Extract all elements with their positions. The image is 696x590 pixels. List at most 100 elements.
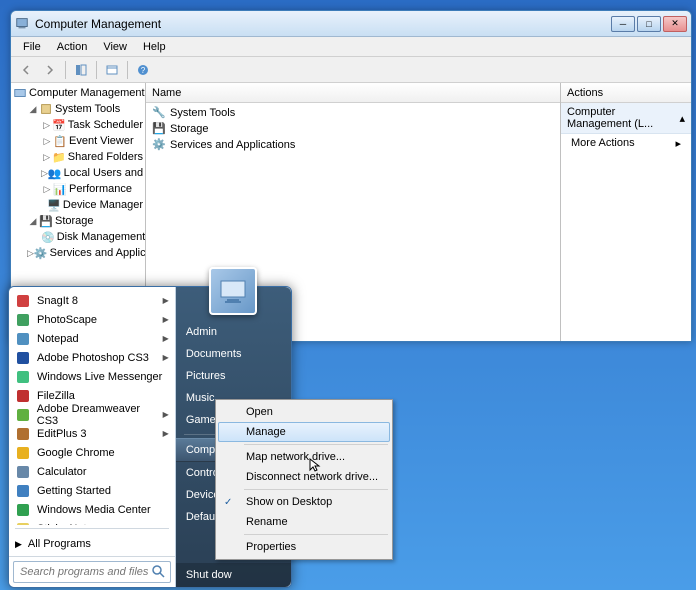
- titlebar[interactable]: Computer Management ─ □ ✕: [11, 11, 691, 37]
- help-button[interactable]: ?: [132, 59, 154, 81]
- tree-root[interactable]: Computer Management (Local: [13, 85, 143, 101]
- program-label: Getting Started: [37, 485, 111, 497]
- search-container: [9, 556, 175, 587]
- tree-label: Device Manager: [63, 199, 143, 211]
- actions-main-row[interactable]: Computer Management (L...▴: [561, 103, 691, 134]
- program-icon: [15, 407, 31, 423]
- computer-context-menu: OpenManage Map network drive...Disconnect…: [215, 399, 393, 560]
- minimize-button[interactable]: ─: [611, 16, 635, 32]
- program-item[interactable]: Notepad▶: [9, 329, 175, 348]
- program-item[interactable]: Windows Live Messenger: [9, 367, 175, 386]
- context-item[interactable]: Rename: [218, 512, 390, 532]
- program-icon: [15, 483, 31, 499]
- menu-help[interactable]: Help: [135, 39, 174, 55]
- tree-local-users[interactable]: ▷👥Local Users and Groups: [13, 165, 143, 181]
- all-programs[interactable]: ▶ All Programs: [9, 532, 175, 556]
- sm-documents[interactable]: Documents: [176, 343, 291, 365]
- program-label: Windows Media Center: [37, 504, 151, 516]
- search-input[interactable]: [13, 561, 171, 583]
- program-item[interactable]: Adobe Dreamweaver CS3▶: [9, 405, 175, 424]
- program-item[interactable]: SnagIt 8▶: [9, 291, 175, 310]
- program-label: EditPlus 3: [37, 428, 87, 440]
- check-icon: ✓: [224, 497, 232, 508]
- tree-label: Shared Folders: [68, 151, 143, 163]
- submenu-arrow-icon: ▶: [163, 315, 169, 324]
- submenu-arrow-icon: ▶: [163, 334, 169, 343]
- menu-view[interactable]: View: [95, 39, 135, 55]
- tree-task-scheduler[interactable]: ▷📅Task Scheduler: [13, 117, 143, 133]
- context-item[interactable]: Properties: [218, 537, 390, 557]
- program-item[interactable]: Google Chrome: [9, 443, 175, 462]
- context-item-label: Rename: [246, 516, 288, 528]
- tree-event-viewer[interactable]: ▷📋Event Viewer: [13, 133, 143, 149]
- shutdown-button[interactable]: Shut dow: [176, 563, 291, 587]
- close-button[interactable]: ✕: [663, 16, 687, 32]
- actions-header: Actions: [561, 83, 691, 103]
- program-label: Adobe Photoshop CS3: [37, 352, 149, 364]
- context-item[interactable]: Manage: [218, 422, 390, 442]
- arrow-icon: ▶: [15, 539, 22, 550]
- tree-label: System Tools: [55, 103, 120, 115]
- program-item[interactable]: Adobe Photoshop CS3▶: [9, 348, 175, 367]
- program-item[interactable]: EditPlus 3▶: [9, 424, 175, 443]
- user-picture[interactable]: [209, 267, 257, 315]
- program-icon: [15, 426, 31, 442]
- program-label: Windows Live Messenger: [37, 371, 162, 383]
- tree-label: Event Viewer: [69, 135, 134, 147]
- tree-label: Local Users and Groups: [64, 167, 146, 179]
- program-item[interactable]: Calculator: [9, 462, 175, 481]
- context-separator: [244, 489, 388, 490]
- tree-services[interactable]: ▷⚙️Services and Applications: [13, 245, 143, 261]
- program-icon: [15, 464, 31, 480]
- program-icon: [15, 445, 31, 461]
- program-item[interactable]: Sticky Notes: [9, 519, 175, 525]
- toolbar-separator: [127, 61, 128, 79]
- sm-admin[interactable]: Admin: [176, 321, 291, 343]
- context-item[interactable]: Map network drive...: [218, 447, 390, 467]
- program-label: SnagIt 8: [37, 295, 78, 307]
- list-body: 🔧System Tools 💾Storage ⚙️Services and Ap…: [146, 103, 560, 155]
- list-item[interactable]: 🔧System Tools: [148, 105, 558, 121]
- context-item[interactable]: Disconnect network drive...: [218, 467, 390, 487]
- tree-performance[interactable]: ▷📊Performance: [13, 181, 143, 197]
- menu-file[interactable]: File: [15, 39, 49, 55]
- program-label: Sticky Notes: [37, 523, 98, 526]
- tree-label: Disk Management: [57, 231, 146, 243]
- menu-action[interactable]: Action: [49, 39, 96, 55]
- list-item[interactable]: 💾Storage: [148, 121, 558, 137]
- program-icon: [15, 350, 31, 366]
- window-title: Computer Management: [35, 17, 611, 31]
- program-item[interactable]: Getting Started: [9, 481, 175, 500]
- list-header-name[interactable]: Name: [146, 83, 560, 103]
- show-hide-button[interactable]: [70, 59, 92, 81]
- back-button[interactable]: [15, 59, 37, 81]
- submenu-arrow-icon: ▶: [163, 410, 169, 419]
- list-item-label: Services and Applications: [170, 139, 295, 151]
- toolbar-separator: [96, 61, 97, 79]
- program-label: Calculator: [37, 466, 87, 478]
- maximize-button[interactable]: □: [637, 16, 661, 32]
- context-item[interactable]: ✓ Show on Desktop: [218, 492, 390, 512]
- program-item[interactable]: PhotoScape▶: [9, 310, 175, 329]
- search-icon[interactable]: [151, 564, 167, 580]
- actions-main-label: Computer Management (L...: [567, 106, 679, 130]
- context-separator: [244, 444, 388, 445]
- list-item-label: Storage: [170, 123, 209, 135]
- tree-system-tools[interactable]: ◢System Tools: [13, 101, 143, 117]
- tree-device-manager[interactable]: 🖥️Device Manager: [13, 197, 143, 213]
- sm-pictures[interactable]: Pictures: [176, 365, 291, 387]
- program-item[interactable]: Windows Media Center: [9, 500, 175, 519]
- tree-storage[interactable]: ◢💾Storage: [13, 213, 143, 229]
- tree-disk-management[interactable]: 💿Disk Management: [13, 229, 143, 245]
- actions-more[interactable]: More Actions▸: [561, 134, 691, 153]
- program-icon: [15, 388, 31, 404]
- context-item[interactable]: Open: [218, 402, 390, 422]
- forward-button[interactable]: [39, 59, 61, 81]
- tree-label: Storage: [55, 215, 94, 227]
- context-item-label: Show on Desktop: [246, 496, 332, 508]
- all-programs-label: All Programs: [28, 538, 91, 550]
- properties-button[interactable]: [101, 59, 123, 81]
- list-item[interactable]: ⚙️Services and Applications: [148, 137, 558, 153]
- svg-text:?: ?: [141, 66, 146, 75]
- tree-shared-folders[interactable]: ▷📁Shared Folders: [13, 149, 143, 165]
